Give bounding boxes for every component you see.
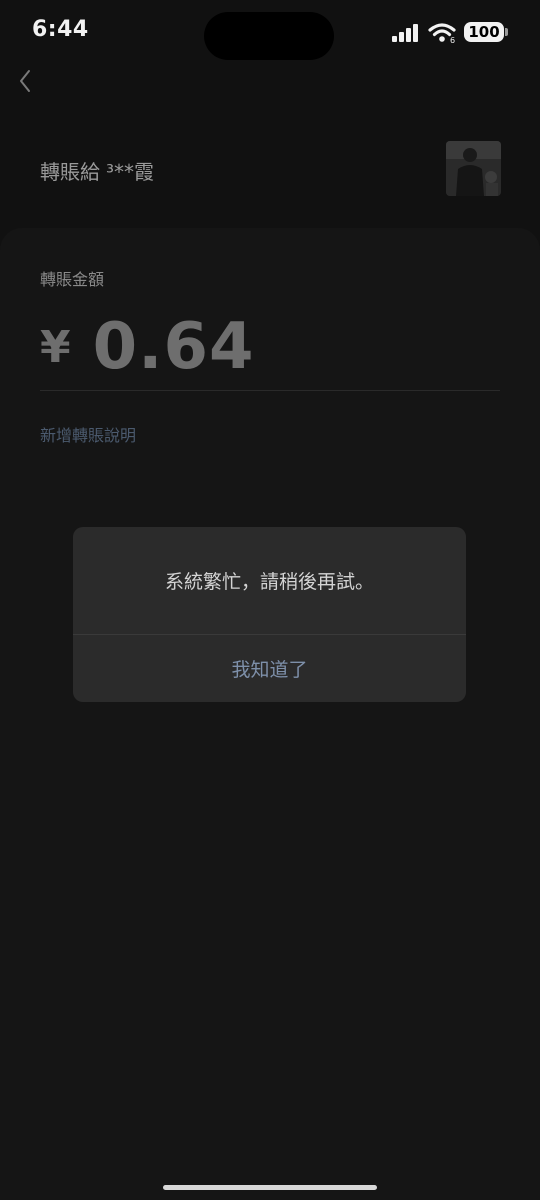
dynamic-island [204, 12, 334, 60]
transfer-screen: 6:44 6 100 轉賬給 ³**霞 轉賬金額 ¥ 0.64 新增轉賬說明 系… [0, 0, 540, 1200]
battery-indicator: 100 [464, 22, 504, 42]
recipient-avatar [446, 141, 501, 196]
transfer-to-label: 轉賬給 [40, 160, 100, 184]
cellular-signal-icon [392, 24, 418, 42]
system-busy-dialog: 系統繁忙，請稍後再試。 我知道了 [73, 527, 466, 702]
wifi-icon: 6 [428, 23, 456, 44]
amount-divider [40, 390, 500, 391]
recipient-name: ³**霞 [106, 160, 155, 184]
add-transfer-note-link[interactable]: 新增轉賬說明 [40, 422, 136, 446]
amount-label: 轉賬金額 [40, 270, 105, 289]
transfer-recipient-row: 轉賬給 ³**霞 [40, 156, 154, 185]
status-time: 6:44 [32, 17, 89, 42]
amount-input[interactable]: ¥ 0.64 [40, 310, 255, 384]
dialog-message: 系統繁忙，請稍後再試。 [164, 571, 374, 593]
home-indicator[interactable] [163, 1185, 377, 1190]
dialog-ok-button[interactable]: 我知道了 [73, 635, 466, 702]
amount-value: 0.64 [92, 310, 255, 384]
back-chevron-icon[interactable] [14, 66, 44, 96]
battery-tip [505, 28, 508, 36]
svg-text:6: 6 [450, 36, 455, 44]
status-bar: 6:44 6 100 [0, 0, 540, 64]
avatar-photo [446, 141, 501, 196]
currency-symbol: ¥ [40, 321, 71, 373]
